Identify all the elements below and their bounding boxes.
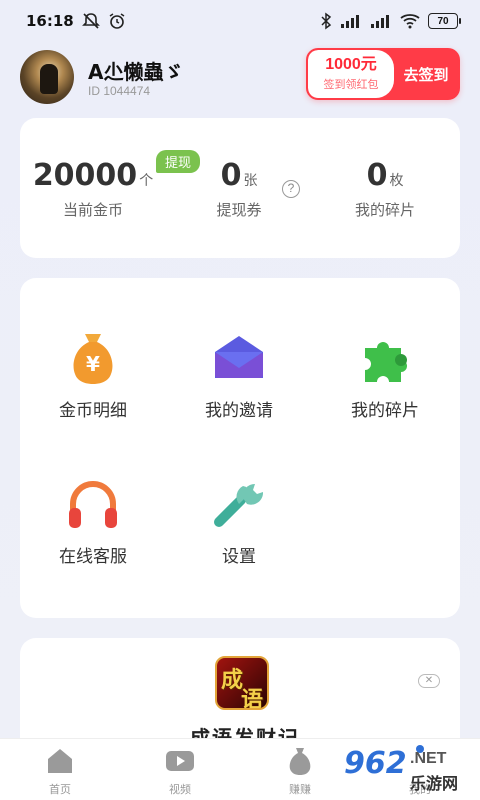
nav-label: 首页: [49, 784, 71, 796]
stat-fragments[interactable]: 0枚 我的碎片: [312, 158, 458, 220]
stat-value: 20000: [32, 158, 138, 193]
stat-unit: 张: [243, 172, 258, 188]
watermark-logo: 962 .NET 乐游网: [340, 746, 472, 793]
stat-value: 0: [366, 158, 388, 193]
menu-item-settings[interactable]: 设置: [166, 476, 312, 567]
wrench-icon: [209, 476, 269, 532]
game-icon[interactable]: 成 语: [215, 656, 269, 710]
stat-unit: 个: [139, 172, 154, 188]
menu-item-coin-details[interactable]: ¥ 金币明细: [20, 330, 166, 421]
signin-subtitle: 签到领红包: [323, 79, 379, 91]
signin-amount: 1000元: [325, 56, 377, 73]
user-id: ID 1044474: [88, 84, 151, 98]
game-icon-char: 语: [241, 687, 264, 710]
watermark-net: .NET: [410, 750, 447, 767]
watermark-text: 乐游网: [410, 776, 459, 793]
puzzle-icon: [355, 330, 415, 386]
mute-bell-icon: [81, 13, 100, 29]
battery-indicator: 70: [428, 13, 461, 29]
signal-icon-2: [371, 15, 389, 28]
menu-item-fragments[interactable]: 我的碎片: [312, 330, 458, 421]
menu-item-label: 金币明细: [59, 401, 127, 420]
signal-icon: [341, 15, 359, 28]
money-bag-icon: [284, 745, 316, 777]
close-ad-button[interactable]: ✕: [418, 674, 440, 688]
stats-card: 提现 20000 个 当前金币 0张 提现券 ? 0枚 我的碎片: [20, 118, 460, 258]
menu-item-label: 设置: [222, 547, 256, 566]
help-icon[interactable]: ?: [282, 180, 300, 198]
wifi-icon: [400, 14, 420, 29]
svg-text:¥: ¥: [86, 352, 100, 376]
menu-item-label: 我的碎片: [351, 401, 419, 420]
avatar[interactable]: [20, 50, 74, 104]
signin-go-label: 去签到: [403, 66, 449, 84]
bluetooth-icon: [321, 12, 332, 30]
status-time: 16:18: [26, 12, 74, 30]
stat-unit: 枚: [389, 172, 404, 188]
stat-label: 当前金币: [62, 202, 123, 219]
stat-value: 0: [220, 158, 242, 193]
stat-label: 提现券: [216, 202, 262, 219]
home-icon: [44, 745, 76, 777]
video-icon: [164, 745, 196, 777]
user-nickname[interactable]: A尐懒蟲ゞ: [88, 56, 183, 85]
game-icon-char: 成: [221, 667, 244, 692]
profile-header: A尐懒蟲ゞ ID 1044474 1000元 签到领红包 去签到: [20, 48, 460, 106]
nav-home[interactable]: 首页: [0, 745, 120, 797]
nav-label: 视频: [169, 784, 191, 796]
stat-coins[interactable]: 20000 个 当前金币: [20, 158, 166, 220]
envelope-icon: [209, 330, 269, 386]
nav-video[interactable]: 视频: [120, 745, 240, 797]
status-bar: 16:18 70: [0, 0, 480, 42]
stat-label: 我的碎片: [354, 202, 415, 219]
menu-item-label: 在线客服: [59, 547, 127, 566]
menu-item-customer-service[interactable]: 在线客服: [20, 476, 166, 567]
money-bag-icon: ¥: [63, 330, 123, 386]
headphones-icon: [63, 476, 123, 532]
menu-grid-card: ¥ 金币明细 我的邀请 我的碎片 在线客服 设置: [20, 278, 460, 618]
signin-button[interactable]: 1000元 签到领红包 去签到: [306, 48, 460, 100]
alarm-clock-icon: [109, 13, 125, 29]
menu-item-invites[interactable]: 我的邀请: [166, 330, 312, 421]
watermark-number: 962: [344, 746, 407, 781]
menu-item-label: 我的邀请: [205, 401, 273, 420]
